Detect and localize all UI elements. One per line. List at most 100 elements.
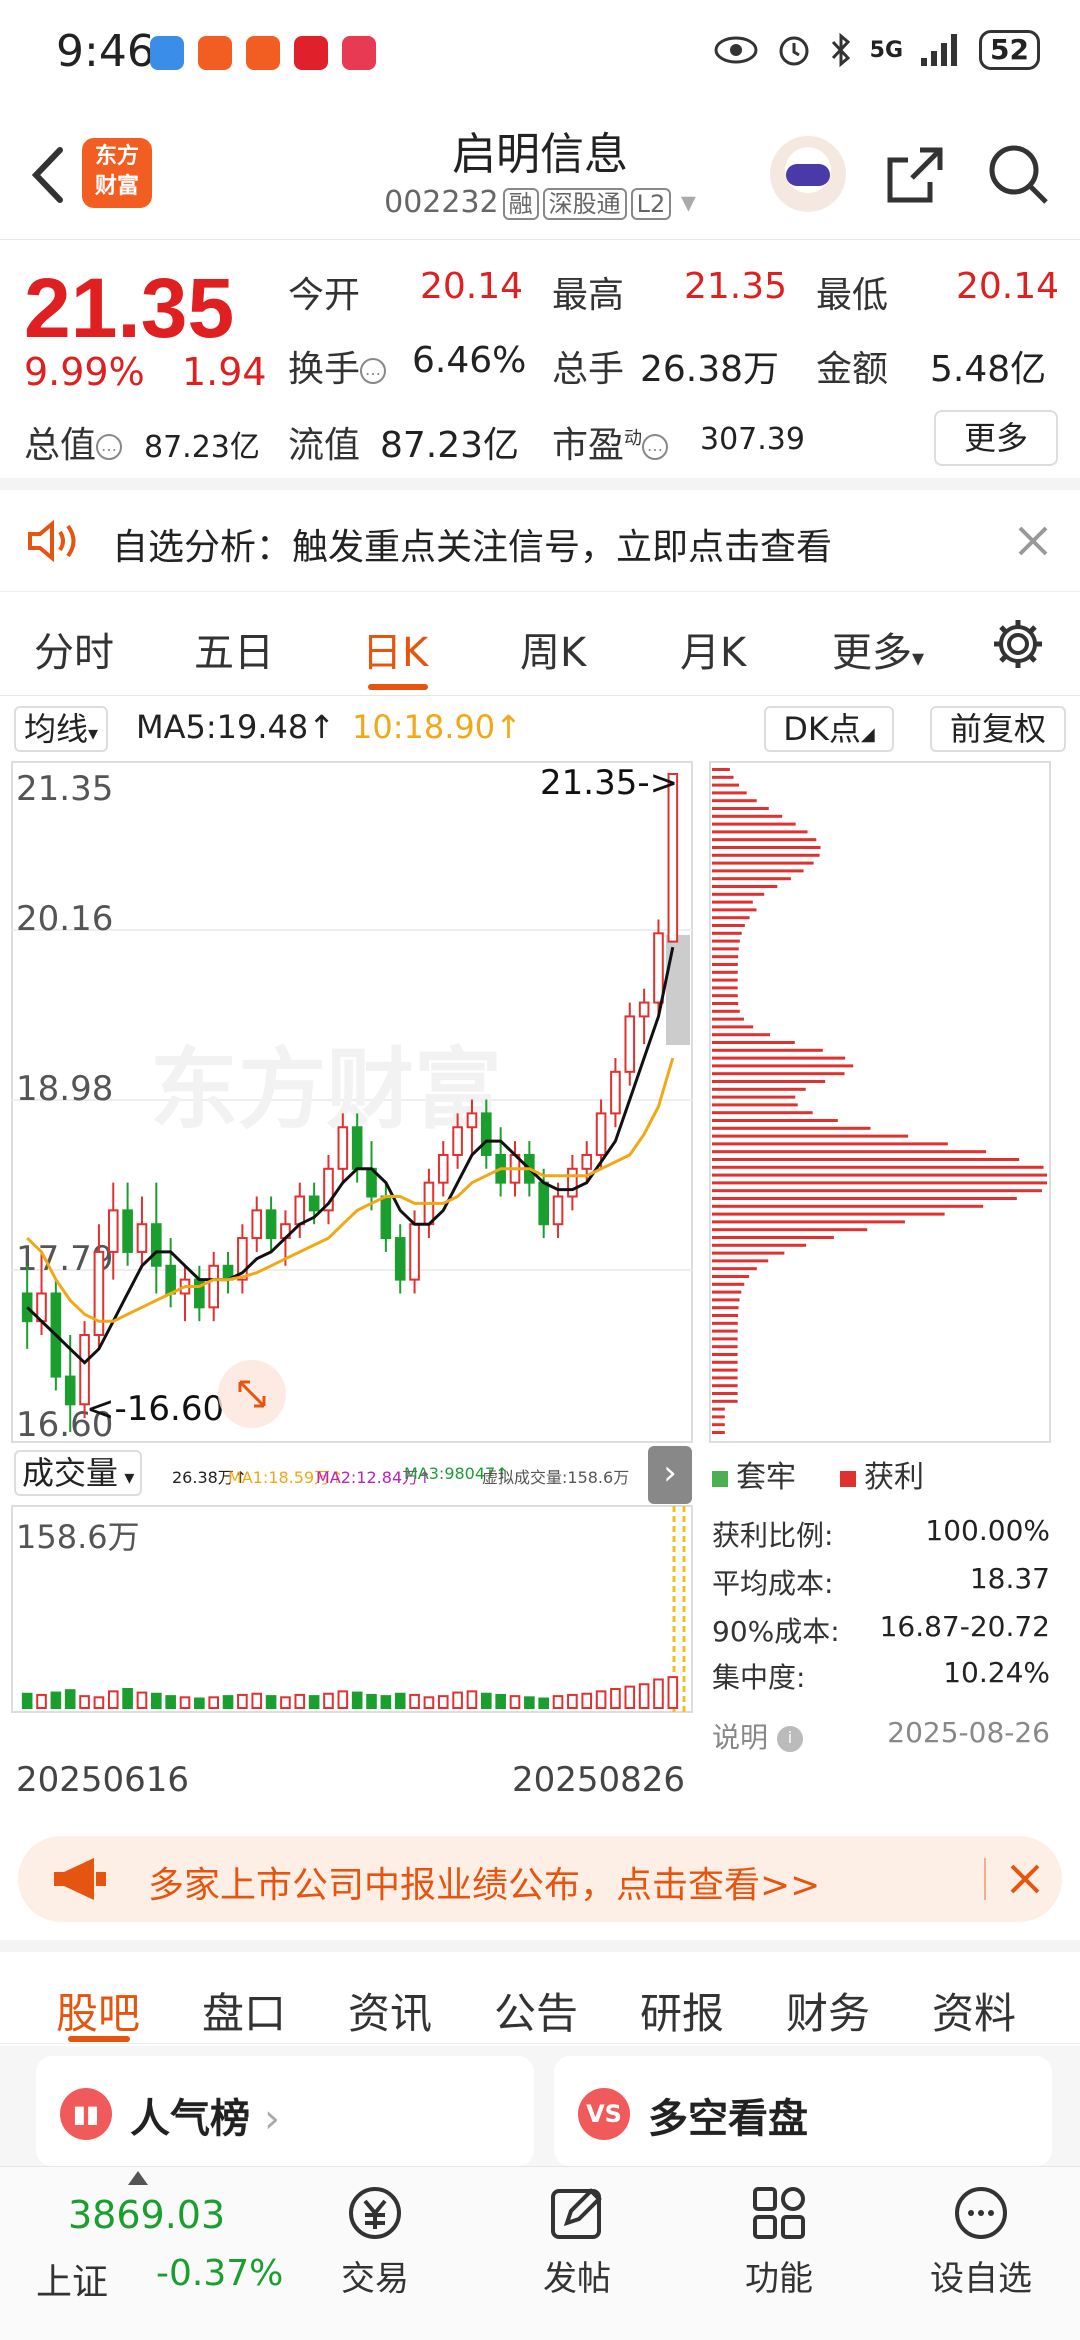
tab-monthly-k[interactable]: 月K [680,620,746,678]
info-icon[interactable]: … [642,434,669,460]
chip-bar [712,1103,798,1107]
tab-daily-k[interactable]: 日K [362,620,428,678]
volume-bar [466,1690,478,1709]
tab-research[interactable]: 研报 [640,1980,724,2041]
add-watchlist-button[interactable]: 设自选 [906,2183,1056,2300]
chip-bar [712,768,730,771]
bottom-toolbar: 3869.03 上证 -0.37% 交易 发帖 功能 设自选 [0,2166,1080,2340]
volume-bar [624,1685,636,1709]
popularity-card[interactable]: ▮▮ 人气榜 › [36,2056,534,2166]
bull-bear-card[interactable]: VS 多空看盘 [554,2056,1052,2166]
low-value: 20.14 [956,266,1060,307]
chip-bar [712,1353,738,1356]
volume-bar [481,1692,492,1709]
close-icon[interactable] [1016,524,1050,558]
volume-dropdown[interactable]: 成交量 ▾ [14,1450,143,1496]
chip-bar [712,807,769,810]
info-icon[interactable]: … [360,358,387,384]
chip-bar [712,1392,738,1395]
tab-weekly-k[interactable]: 周K [520,620,586,678]
volume-bar [653,1678,664,1709]
app-notification-icon [198,36,232,70]
volume-bar [165,1695,176,1709]
chip-bar [712,1204,984,1208]
chip-bar [712,869,804,873]
concentration-value: 10.24% [943,1656,1050,1689]
status-time: 9:46 [56,26,155,77]
info-icon[interactable]: … [96,434,123,460]
assistant-robot-icon[interactable] [770,136,846,212]
tab-forum[interactable]: 股吧 [56,1980,140,2041]
chip-bar [712,1002,739,1005]
chip-bar [712,986,738,990]
volume-bar [409,1693,420,1709]
chip-bar [712,799,757,803]
status-bar: 9:46 5G 52 [0,0,1080,110]
chip-bar [712,1009,740,1013]
tab-finance[interactable]: 财务 [786,1980,870,2041]
level2-tag: L2 [630,188,672,220]
dropdown-triangle-icon[interactable]: ▾ [681,185,696,220]
concentration-label: 集中度: [712,1661,806,1694]
candle-body [208,1264,220,1309]
feature-cards: ▮▮ 人气榜 › VS 多空看盘 [0,2046,1080,2166]
tab-order-book[interactable]: 盘口 [202,1980,286,2041]
volume-bar [437,1695,449,1709]
chevron-right-icon[interactable]: › [648,1446,692,1504]
post-button[interactable]: 发帖 [502,2183,652,2300]
chip-bar [712,900,753,904]
chip-bar [712,1119,838,1122]
volume-bar [638,1683,650,1709]
volume-bar [50,1691,62,1709]
volume-bar [610,1688,621,1709]
dk-point-button[interactable]: DK点◢ [764,706,894,752]
tab-announcements[interactable]: 公告 [494,1980,578,2041]
tab-profile[interactable]: 资料 [932,1980,1016,2041]
volume-bar [323,1692,334,1709]
search-icon[interactable] [984,140,1054,210]
index-name[interactable]: 上证 [36,2253,108,2305]
price-adjust-button[interactable]: 前复权 [930,706,1066,752]
volume-bar [251,1692,263,1709]
more-button[interactable]: 更多 [934,410,1058,466]
tab-news[interactable]: 资讯 [348,1980,432,2041]
tab-five-day[interactable]: 五日 [194,620,274,678]
chip-bar [712,822,796,826]
gear-icon[interactable] [990,616,1046,672]
ma-dropdown[interactable]: 均线▾ [14,706,109,752]
chip-bar [712,1259,769,1263]
chip-bar [712,1056,846,1060]
candle-body [251,1209,263,1240]
volume-value: 26.38万 [640,349,780,390]
change-percent: 9.99% [24,350,145,394]
network-label: 5G [869,37,904,63]
trade-button[interactable]: 交易 [300,2183,450,2300]
chip-bar [712,1189,1042,1193]
analysis-banner[interactable]: 自选分析：触发重点关注信号，立即点击查看 [0,490,1080,592]
volume-bar [337,1690,349,1709]
candle-body [595,1112,607,1156]
chip-bar [712,1025,754,1029]
chip-bar [712,1236,834,1239]
volume-bar [567,1693,578,1709]
chip-bar [712,924,745,927]
mktcap-label: 总值… [24,416,123,468]
info-icon: i [776,1726,803,1752]
candle-body [107,1209,119,1253]
notice-bar[interactable]: 多家上市公司中报业绩公布，点击查看>> [18,1836,1062,1922]
explain-link[interactable]: 说明 i [712,1716,803,1756]
share-icon[interactable] [880,140,950,210]
low-label: 最低 [816,275,889,316]
app-notification-icon [294,36,328,70]
avg-cost-value: 18.37 [969,1562,1050,1595]
chip-bar [712,838,817,842]
change-amount: 1.94 [182,350,267,394]
index-value[interactable]: 3869.03 [68,2193,225,2237]
index-change[interactable]: -0.37% [156,2253,283,2294]
features-button[interactable]: 功能 [704,2183,854,2300]
candle-body [380,1195,392,1240]
close-icon[interactable] [1008,1862,1042,1896]
chip-bar [712,1337,738,1341]
tab-more[interactable]: 更多▾ [832,620,924,678]
tab-intraday[interactable]: 分时 [34,620,114,678]
